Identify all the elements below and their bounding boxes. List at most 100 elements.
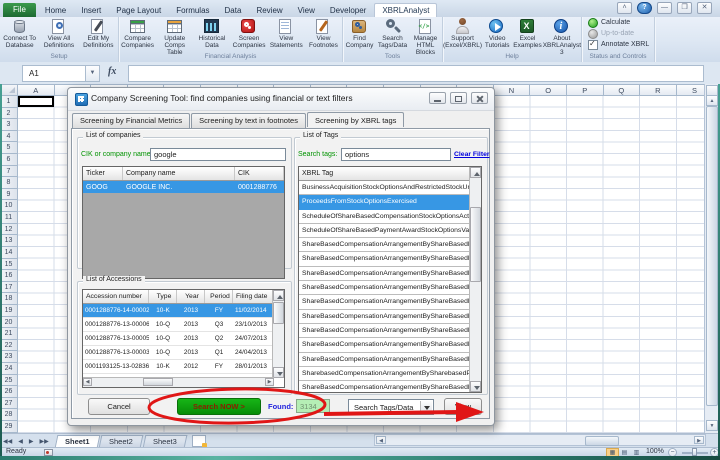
row-header[interactable]: 19 xyxy=(0,305,18,317)
ribbon-button[interactable]: Edit My Definitions xyxy=(79,17,118,53)
ribbon-button[interactable]: Find Company xyxy=(343,17,376,53)
dialog-title-bar[interactable]: Company Screening Tool: find companies u… xyxy=(68,88,494,111)
row-header[interactable]: 5 xyxy=(0,142,18,154)
row-header[interactable]: 16 xyxy=(0,270,18,282)
vertical-scrollbar[interactable]: ▲ ▼ xyxy=(704,84,718,433)
row-header[interactable]: 8 xyxy=(0,177,18,189)
name-box[interactable]: A1 xyxy=(22,65,92,82)
ribbon-button[interactable]: Manage HTML Blocks xyxy=(409,17,442,53)
scroll-thumb[interactable] xyxy=(143,378,173,386)
xbrl-tag-row[interactable]: ShareBasedCompensationArrangementByShare… xyxy=(299,338,470,352)
name-box-dropdown-icon[interactable]: ▼ xyxy=(85,65,100,82)
xbrl-tag-row[interactable]: ShareBasedCompensationArrangementByShare… xyxy=(299,295,470,309)
xbrl-tag-row[interactable]: ShareBasedCompensationArrangementByShare… xyxy=(299,252,470,266)
scroll-thumb[interactable] xyxy=(470,207,481,282)
xbrl-tag-row[interactable]: ShareBasedCompensationArrangementByShare… xyxy=(299,324,470,338)
column-header[interactable]: O xyxy=(530,84,567,96)
search-now-button[interactable]: Search NOW > xyxy=(177,398,261,415)
accessions-list-header[interactable]: Accession number Type Year Period Filing… xyxy=(83,290,284,304)
minimize-icon[interactable]: — xyxy=(657,2,672,14)
scroll-left-icon[interactable]: ◀ xyxy=(83,378,92,386)
xbrl-tag-row[interactable]: ShareBasedCompensationArrangementByShare… xyxy=(299,267,470,281)
row-header[interactable]: 6 xyxy=(0,154,18,166)
ribbon-button[interactable]: View Statements xyxy=(268,17,305,53)
dialog-tab[interactable]: Screening by text in footnotes xyxy=(191,113,306,128)
accessions-vertical-scrollbar[interactable] xyxy=(272,290,284,378)
annotate-xbrl-item[interactable]: Annotate XBRL xyxy=(582,39,654,50)
accession-row[interactable]: 0001288776-14-00002010-K 2013FY 11/02/20… xyxy=(83,304,274,318)
fx-icon[interactable]: fx xyxy=(108,66,116,77)
select-all-corner[interactable] xyxy=(0,84,18,96)
ribbon-tab[interactable]: XBRLAnalyst xyxy=(374,3,437,17)
horizontal-scrollbar[interactable]: ◀ ▶ xyxy=(374,434,706,446)
close-icon[interactable]: ✕ xyxy=(697,2,712,14)
dialog-minimize-icon[interactable] xyxy=(429,92,446,104)
column-header[interactable]: S xyxy=(677,84,704,96)
accession-row[interactable]: 0001193125-13-02836210-K 2012FY 28/01/20… xyxy=(83,360,274,374)
zoom-slider-thumb[interactable] xyxy=(692,448,697,456)
horizontal-scroll-thumb[interactable] xyxy=(585,436,619,446)
ribbon-tab[interactable]: View xyxy=(291,4,322,17)
dialog-tab[interactable]: Screening by XBRL tags xyxy=(307,112,404,127)
row-header[interactable]: 27 xyxy=(0,398,18,410)
ribbon-tab[interactable]: Page Layout xyxy=(109,4,168,17)
tags-list-header[interactable]: XBRL Tag xyxy=(299,167,481,181)
ribbon-button[interactable]: Historical Data xyxy=(193,17,230,53)
ribbon-tab[interactable]: Developer xyxy=(323,4,373,17)
row-header[interactable]: 1 xyxy=(0,96,18,108)
zoom-level[interactable]: 100% xyxy=(646,448,664,455)
sheet-tab[interactable]: Sheet1 xyxy=(54,435,99,448)
dialog-close-icon[interactable] xyxy=(471,92,488,104)
sheet-tab[interactable]: Sheet2 xyxy=(99,435,144,448)
first-sheet-icon[interactable]: ◀◀ xyxy=(0,438,15,445)
row-header[interactable]: 12 xyxy=(0,224,18,236)
row-header[interactable]: 21 xyxy=(0,328,18,340)
view-button[interactable]: View xyxy=(444,398,482,415)
column-header[interactable]: N xyxy=(494,84,531,96)
dialog-maximize-icon[interactable] xyxy=(450,92,467,104)
row-header[interactable]: 14 xyxy=(0,247,18,259)
dropdown-arrow-icon[interactable] xyxy=(420,401,432,413)
ribbon-button[interactable]: Video Tutorials xyxy=(482,17,512,53)
row-header[interactable]: 17 xyxy=(0,282,18,294)
scroll-right-icon[interactable]: ▶ xyxy=(265,378,274,386)
row-header[interactable]: 13 xyxy=(0,235,18,247)
ribbon-button[interactable]: Connect To Database xyxy=(0,17,39,53)
last-sheet-icon[interactable]: ▶▶ xyxy=(36,438,51,445)
prev-sheet-icon[interactable]: ◀ xyxy=(15,438,26,445)
row-header[interactable]: 15 xyxy=(0,259,18,271)
accession-row[interactable]: 0001288776-13-00006810-Q 2013Q3 23/10/20… xyxy=(83,318,274,332)
companies-list[interactable]: Ticker Company name CIK GOOGGOOGLE INC.0… xyxy=(82,166,285,279)
row-header[interactable]: 22 xyxy=(0,340,18,352)
column-header[interactable]: A xyxy=(18,84,55,96)
row-header[interactable]: 2 xyxy=(0,108,18,120)
accession-row[interactable]: 0001288776-13-00003010-Q 2013Q1 24/04/20… xyxy=(83,346,274,360)
cancel-button[interactable]: Cancel xyxy=(88,398,150,415)
row-header[interactable]: 28 xyxy=(0,409,18,421)
ribbon-button[interactable]: Screen Companies xyxy=(231,17,268,53)
row-header[interactable]: 9 xyxy=(0,189,18,201)
ribbon-button[interactable]: Support (Excel/XBRL) xyxy=(443,17,482,53)
xbrl-tag-row[interactable]: BusinessAcquisitionStockOptionsAndRestri… xyxy=(299,181,470,195)
column-header[interactable]: R xyxy=(640,84,677,96)
xbrl-tag-row[interactable]: ShareBasedCompensationArrangementByShare… xyxy=(299,353,470,367)
scroll-down-icon[interactable]: ▼ xyxy=(706,420,718,431)
column-header[interactable]: P xyxy=(567,84,604,96)
scroll-up-icon[interactable]: ▲ xyxy=(706,95,718,106)
ribbon-button[interactable]: Update Comps Table xyxy=(156,17,193,53)
scroll-right-icon[interactable]: ▶ xyxy=(694,436,704,444)
scroll-up-icon[interactable] xyxy=(273,290,284,301)
sheet-tab[interactable]: Sheet3 xyxy=(143,435,188,448)
ribbon-tab[interactable]: Insert xyxy=(74,4,108,17)
scroll-up-icon[interactable] xyxy=(470,167,481,178)
row-header[interactable]: 29 xyxy=(0,421,18,433)
next-sheet-icon[interactable]: ▶ xyxy=(26,438,37,445)
xbrl-tag-row[interactable]: ScheduleOfShareBasedPaymentAwardStockOpt… xyxy=(299,224,470,238)
xbrl-tag-row[interactable]: ShareBasedCompensationArrangementByShare… xyxy=(299,281,470,295)
accessions-list[interactable]: Accession number Type Year Period Filing… xyxy=(82,289,285,388)
ribbon-tab[interactable]: Data xyxy=(218,4,249,17)
scroll-down-icon[interactable] xyxy=(273,367,284,378)
row-header[interactable]: 11 xyxy=(0,212,18,224)
ribbon-button[interactable]: Compare Companies xyxy=(119,17,156,53)
companies-list-header[interactable]: Ticker Company name CIK xyxy=(83,167,284,181)
